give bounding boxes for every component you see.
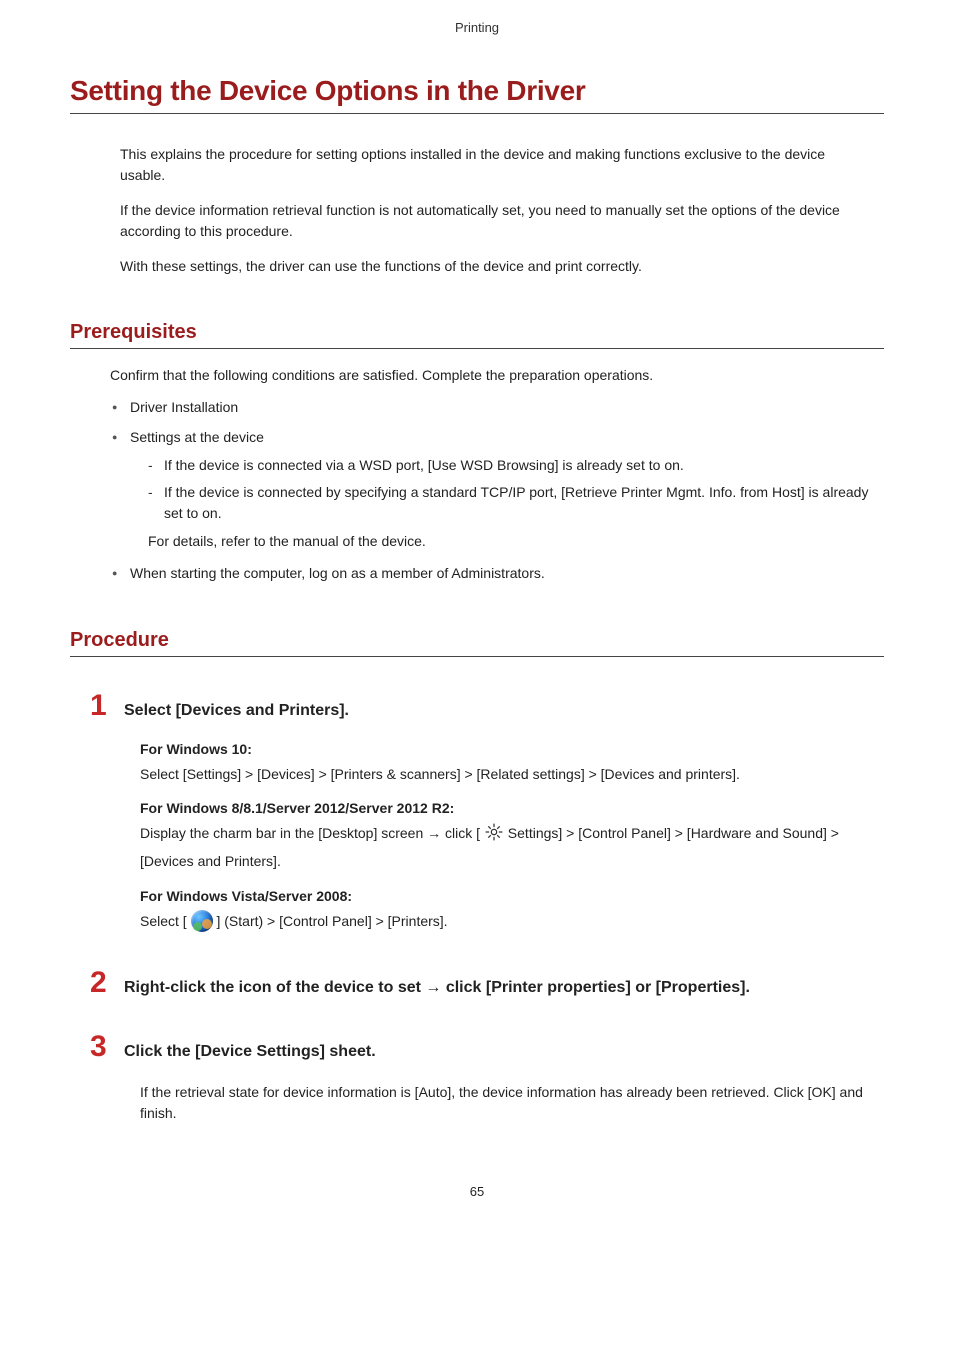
title-divider	[70, 113, 884, 114]
step-title: Right-click the icon of the device to se…	[124, 979, 750, 997]
step-number: 3	[90, 1032, 110, 1062]
intro-p1: This explains the procedure for setting …	[120, 144, 864, 186]
windows-start-orb-icon	[191, 910, 213, 932]
step1-win10-heading: For Windows 10:	[140, 741, 884, 757]
prereq-item-label: Settings at the device	[130, 429, 264, 445]
intro-p3: With these settings, the driver can use …	[120, 256, 864, 277]
section-divider	[70, 656, 884, 657]
prereq-subnote: For details, refer to the manual of the …	[148, 530, 884, 552]
step1-win8-heading: For Windows 8/8.1/Server 2012/Server 201…	[140, 800, 884, 816]
page-title: Setting the Device Options in the Driver	[70, 75, 884, 107]
step-number: 2	[90, 968, 110, 998]
page-number: 65	[70, 1184, 884, 1219]
prereq-item: When starting the computer, log on as a …	[110, 562, 884, 584]
step1-vista-body: Select [ ] (Start) > [Control Panel] > […	[140, 910, 884, 934]
prereq-lead: Confirm that the following conditions ar…	[110, 365, 884, 386]
prereq-sublist: If the device is connected via a WSD por…	[148, 455, 884, 524]
step1-win8-pre: Display the charm bar in the [Desktop] s…	[140, 825, 484, 841]
step-title: Select [Devices and Printers].	[124, 702, 349, 720]
step1-vista-post: ] (Start) > [Control Panel] > [Printers]…	[213, 913, 448, 929]
procedure-heading: Procedure	[70, 629, 884, 652]
prerequisites-heading: Prerequisites	[70, 321, 884, 344]
step1-vista-pre: Select [	[140, 913, 191, 929]
intro-p2: If the device information retrieval func…	[120, 200, 864, 242]
prereq-subitem: If the device is connected via a WSD por…	[148, 455, 884, 476]
step-3: 3 Click the [Device Settings] sheet.	[90, 1032, 884, 1062]
step3-body: If the retrieval state for device inform…	[140, 1082, 884, 1124]
step-number: 1	[90, 691, 110, 721]
gear-icon	[484, 822, 504, 850]
step1-vista-heading: For Windows Vista/Server 2008:	[140, 888, 884, 904]
prereq-subitem: If the device is connected by specifying…	[148, 482, 884, 524]
prereq-item: Driver Installation	[110, 396, 884, 418]
header-category: Printing	[70, 20, 884, 35]
step1-win10-body: Select [Settings] > [Devices] > [Printer…	[140, 763, 884, 787]
section-divider	[70, 348, 884, 349]
prereq-list: Driver Installation Settings at the devi…	[110, 396, 884, 585]
prereq-item: Settings at the device If the device is …	[110, 426, 884, 552]
step1-win8-body: Display the charm bar in the [Desktop] s…	[140, 822, 884, 874]
step-2: 2 Right-click the icon of the device to …	[90, 968, 884, 998]
step-1: 1 Select [Devices and Printers].	[90, 691, 884, 721]
step-title: Click the [Device Settings] sheet.	[124, 1043, 376, 1061]
